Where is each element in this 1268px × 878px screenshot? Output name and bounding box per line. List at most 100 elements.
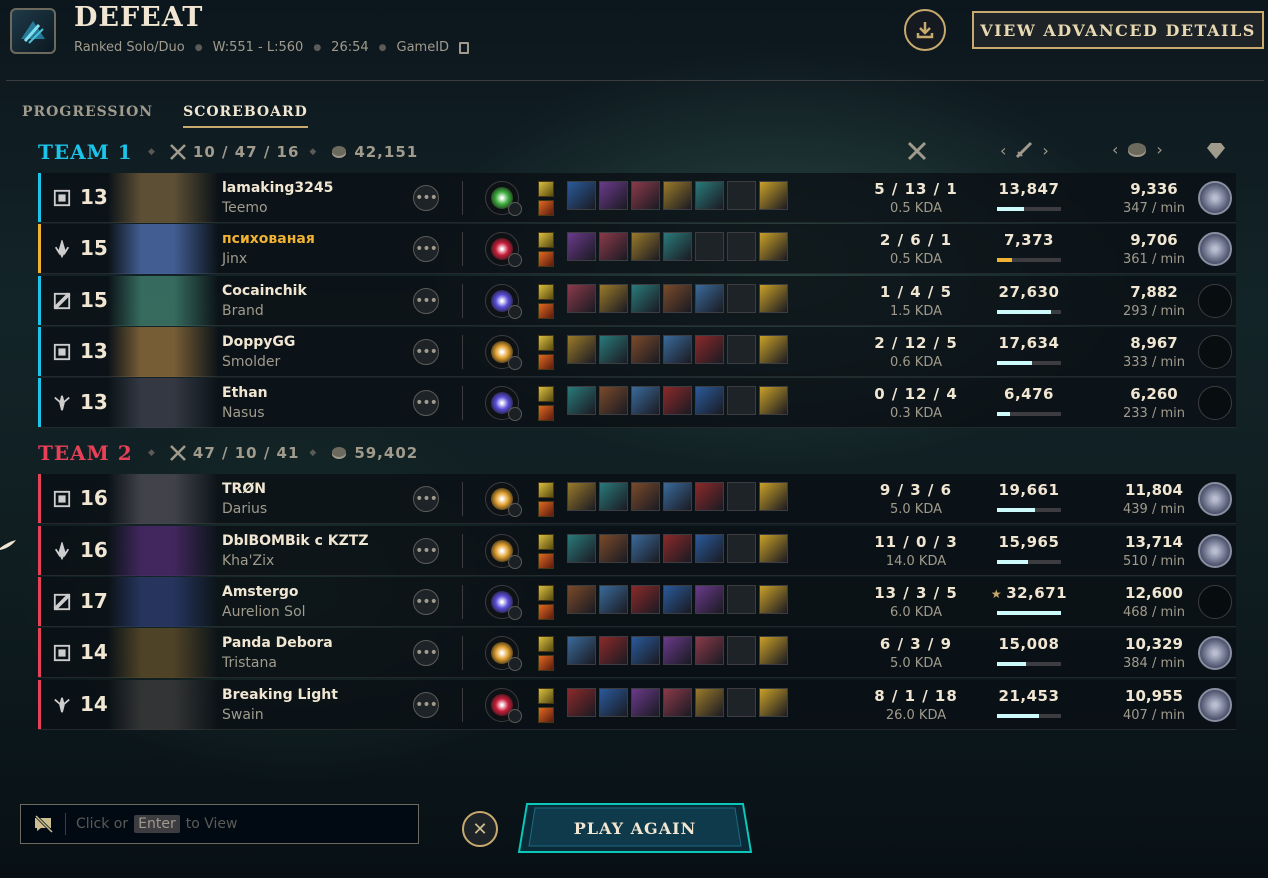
summoner-name[interactable]: TRØN xyxy=(222,481,266,497)
more-options-button[interactable]: ••• xyxy=(413,486,439,512)
item-slot[interactable] xyxy=(727,482,756,511)
item-slot[interactable] xyxy=(567,482,596,511)
summoner-spell-icon[interactable] xyxy=(538,604,554,620)
rank-emblem-icon[interactable] xyxy=(1198,181,1232,215)
item-slot[interactable] xyxy=(759,335,788,364)
item-slot[interactable] xyxy=(599,335,628,364)
summoner-spell-icon[interactable] xyxy=(538,482,554,498)
item-slot[interactable] xyxy=(663,636,692,665)
item-slot[interactable] xyxy=(567,232,596,261)
summoner-name[interactable]: lamaking3245 xyxy=(222,180,333,196)
player-row[interactable]: 13 lamaking3245 Teemo ••• 5 / 13 / 1 0.5… xyxy=(38,173,1236,223)
keystone-rune-icon[interactable] xyxy=(485,688,522,723)
summoner-name[interactable]: DblBOMBik с KZTZ xyxy=(222,533,368,549)
keystone-rune-icon[interactable] xyxy=(485,284,522,319)
keystone-rune-icon[interactable] xyxy=(485,181,522,216)
item-slot[interactable] xyxy=(631,335,660,364)
item-slot[interactable] xyxy=(631,386,660,415)
summoner-spell-icon[interactable] xyxy=(538,655,554,671)
item-slot[interactable] xyxy=(663,534,692,563)
item-slot[interactable] xyxy=(663,386,692,415)
item-slot[interactable] xyxy=(759,181,788,210)
item-slot[interactable] xyxy=(759,284,788,313)
player-row[interactable]: 16 DblBOMBik с KZTZ Kha'Zix ••• 11 / 0 /… xyxy=(38,526,1236,576)
item-slot[interactable] xyxy=(695,181,724,210)
summoner-spell-icon[interactable] xyxy=(538,553,554,569)
gold-column-header[interactable]: ‹ › xyxy=(1112,140,1163,159)
item-slot[interactable] xyxy=(567,335,596,364)
more-options-button[interactable]: ••• xyxy=(413,339,439,365)
summoner-spell-icon[interactable] xyxy=(538,181,554,197)
copy-icon[interactable] xyxy=(459,41,470,54)
item-slot[interactable] xyxy=(567,688,596,717)
more-options-button[interactable]: ••• xyxy=(413,185,439,211)
item-slot[interactable] xyxy=(631,284,660,313)
player-row[interactable]: 13 DoppyGG Smolder ••• 2 / 12 / 5 0.6 KD… xyxy=(38,327,1236,377)
item-slot[interactable] xyxy=(727,335,756,364)
rank-emblem-icon[interactable] xyxy=(1198,335,1232,369)
item-slot[interactable] xyxy=(631,534,660,563)
item-slot[interactable] xyxy=(727,534,756,563)
summoner-spell-icon[interactable] xyxy=(538,200,554,216)
item-slot[interactable] xyxy=(727,386,756,415)
player-row[interactable]: 16 TRØN Darius ••• 9 / 3 / 6 5.0 KDA 19,… xyxy=(38,474,1236,524)
item-slot[interactable] xyxy=(727,585,756,614)
item-slot[interactable] xyxy=(727,284,756,313)
item-slot[interactable] xyxy=(695,688,724,717)
summoner-spell-icon[interactable] xyxy=(538,534,554,550)
item-slot[interactable] xyxy=(695,482,724,511)
summoner-name[interactable]: психованая xyxy=(222,231,315,247)
item-slot[interactable] xyxy=(663,688,692,717)
player-row[interactable]: 14 Panda Debora Tristana ••• 6 / 3 / 9 5… xyxy=(38,628,1236,678)
view-advanced-details-button[interactable]: VIEW ADVANCED DETAILS xyxy=(972,11,1264,49)
chat-input[interactable]: Click or Enter to View xyxy=(20,804,419,844)
summoner-spell-icon[interactable] xyxy=(538,335,554,351)
item-slot[interactable] xyxy=(695,335,724,364)
item-slot[interactable] xyxy=(567,181,596,210)
item-slot[interactable] xyxy=(567,534,596,563)
item-slot[interactable] xyxy=(567,386,596,415)
item-slot[interactable] xyxy=(631,585,660,614)
item-slot[interactable] xyxy=(663,585,692,614)
item-slot[interactable] xyxy=(631,688,660,717)
more-options-button[interactable]: ••• xyxy=(413,236,439,262)
item-slot[interactable] xyxy=(727,181,756,210)
more-options-button[interactable]: ••• xyxy=(413,538,439,564)
summoner-spell-icon[interactable] xyxy=(538,284,554,300)
summoner-name[interactable]: Ethan xyxy=(222,385,268,401)
item-slot[interactable] xyxy=(599,585,628,614)
item-slot[interactable] xyxy=(599,386,628,415)
item-slot[interactable] xyxy=(599,688,628,717)
tab-scoreboard[interactable]: SCOREBOARD xyxy=(183,104,308,128)
item-slot[interactable] xyxy=(631,636,660,665)
keystone-rune-icon[interactable] xyxy=(485,636,522,671)
summoner-spell-icon[interactable] xyxy=(538,386,554,402)
rank-emblem-icon[interactable] xyxy=(1198,534,1232,568)
item-slot[interactable] xyxy=(759,534,788,563)
item-slot[interactable] xyxy=(759,585,788,614)
item-slot[interactable] xyxy=(695,636,724,665)
summoner-spell-icon[interactable] xyxy=(538,501,554,517)
item-slot[interactable] xyxy=(599,482,628,511)
download-button[interactable] xyxy=(904,9,946,51)
play-again-button[interactable]: PLAY AGAIN xyxy=(517,800,753,856)
summoner-name[interactable]: Cocainchik xyxy=(222,283,307,299)
item-slot[interactable] xyxy=(727,636,756,665)
summoner-name[interactable]: Breaking Light xyxy=(222,687,338,703)
item-slot[interactable] xyxy=(663,181,692,210)
item-slot[interactable] xyxy=(695,284,724,313)
more-options-button[interactable]: ••• xyxy=(413,640,439,666)
more-options-button[interactable]: ••• xyxy=(413,390,439,416)
summoner-spell-icon[interactable] xyxy=(538,232,554,248)
item-slot[interactable] xyxy=(727,688,756,717)
summoner-spell-icon[interactable] xyxy=(538,707,554,723)
item-slot[interactable] xyxy=(663,335,692,364)
item-slot[interactable] xyxy=(567,636,596,665)
player-row[interactable]: 17 Amstergo Aurelion Sol ••• 13 / 3 / 5 … xyxy=(38,577,1236,627)
item-slot[interactable] xyxy=(631,482,660,511)
item-slot[interactable] xyxy=(631,232,660,261)
keystone-rune-icon[interactable] xyxy=(485,386,522,421)
close-button[interactable]: ✕ xyxy=(462,811,498,847)
player-row[interactable]: 15 Cocainchik Brand ••• 1 / 4 / 5 1.5 KD… xyxy=(38,276,1236,326)
summoner-name[interactable]: Panda Debora xyxy=(222,635,333,651)
